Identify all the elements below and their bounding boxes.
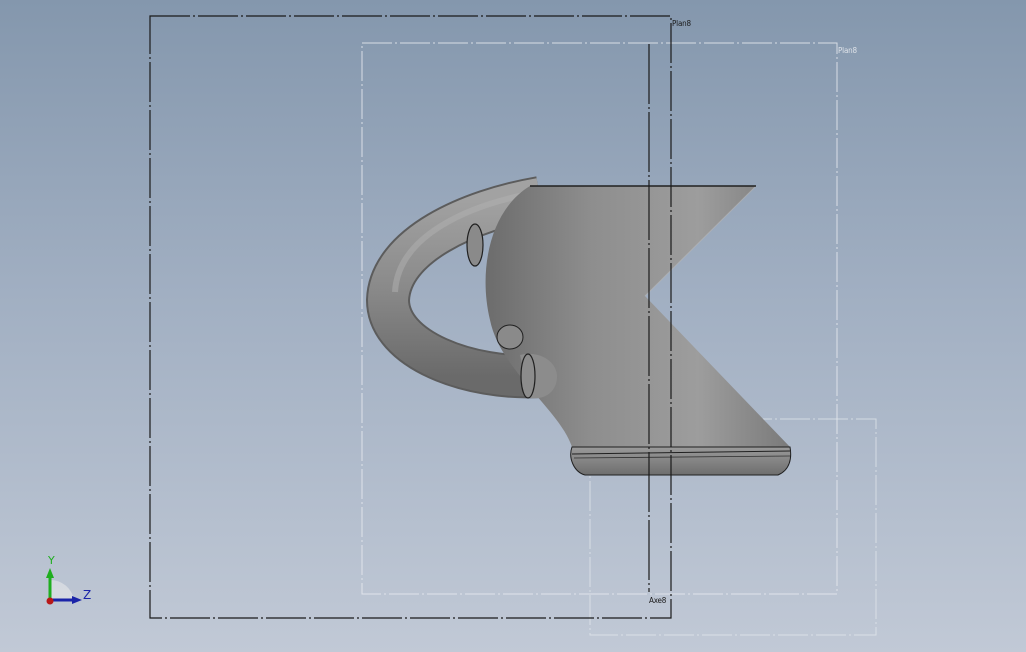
- triad-z-label: Z: [83, 588, 92, 602]
- coordinate-triad: [46, 568, 82, 605]
- part-base-flange[interactable]: [570, 446, 792, 476]
- back-plane-label[interactable]: Plan8: [838, 46, 857, 55]
- triad-y-label: Y: [48, 554, 55, 567]
- model-scene[interactable]: [0, 0, 1026, 652]
- part-main-body[interactable]: [485, 185, 790, 447]
- axis-label[interactable]: Axe8: [649, 596, 666, 605]
- front-plane-label[interactable]: Plan8: [672, 19, 691, 28]
- graphics-viewport[interactable]: Plan8 Plan8 Axe8 Y Z: [0, 0, 1026, 652]
